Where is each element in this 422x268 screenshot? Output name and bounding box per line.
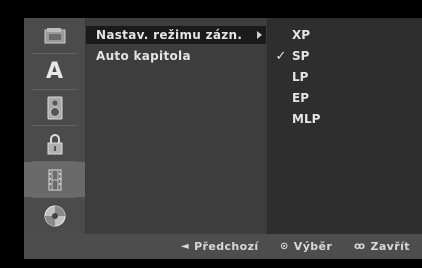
speaker-icon — [47, 96, 62, 119]
option-xp[interactable]: XP — [270, 26, 420, 44]
sidebar-item-lock[interactable] — [24, 126, 85, 161]
film-reel-icon — [44, 27, 65, 43]
option-sp[interactable]: ✓ SP — [270, 47, 420, 65]
option-label: LP — [292, 70, 309, 84]
enter-icon: ⊙ — [280, 241, 289, 252]
previous-label: Předchozí — [194, 240, 259, 253]
select-button[interactable]: ⊙ Výběr — [280, 234, 332, 259]
sidebar-item-disc[interactable] — [24, 198, 85, 233]
menu-item-label: Nastav. režimu zázn. — [96, 28, 243, 42]
letter-a-icon: A — [45, 59, 64, 84]
option-ep[interactable]: EP — [270, 89, 420, 107]
option-label: XP — [292, 28, 311, 42]
menu-item-auto-chapter[interactable]: Auto kapitola — [86, 47, 266, 65]
sidebar-item-recording[interactable] — [24, 162, 85, 197]
option-label: SP — [292, 49, 310, 63]
left-arrow-icon: ◄ — [181, 241, 190, 252]
film-strip-icon — [47, 168, 62, 191]
option-label: EP — [292, 91, 309, 105]
select-label: Výběr — [293, 240, 333, 253]
footer-bar: ◄ Předchozí ⊙ Výběr ꝏ Zavřít — [24, 234, 422, 259]
option-mlp[interactable]: MLP — [270, 110, 420, 128]
checkmark-icon: ✓ — [275, 48, 287, 64]
option-label: MLP — [292, 112, 321, 126]
sidebar-item-language[interactable]: A — [24, 54, 85, 89]
menu-item-label: Auto kapitola — [96, 49, 191, 63]
sidebar-item-audio[interactable] — [24, 90, 85, 125]
submenu-arrow-icon — [257, 31, 262, 39]
previous-button[interactable]: ◄ Předchozí — [181, 234, 259, 259]
sidebar-item-general[interactable] — [24, 18, 85, 53]
close-button[interactable]: ꝏ Zavřít — [354, 234, 410, 259]
category-sidebar: A — [24, 18, 85, 234]
close-label: Zavřít — [370, 240, 410, 253]
option-lp[interactable]: LP — [270, 68, 420, 86]
menu-item-record-mode[interactable]: Nastav. režimu zázn. — [86, 26, 266, 44]
padlock-icon — [47, 133, 62, 154]
disc-icon — [44, 205, 65, 226]
return-icon: ꝏ — [354, 241, 366, 252]
